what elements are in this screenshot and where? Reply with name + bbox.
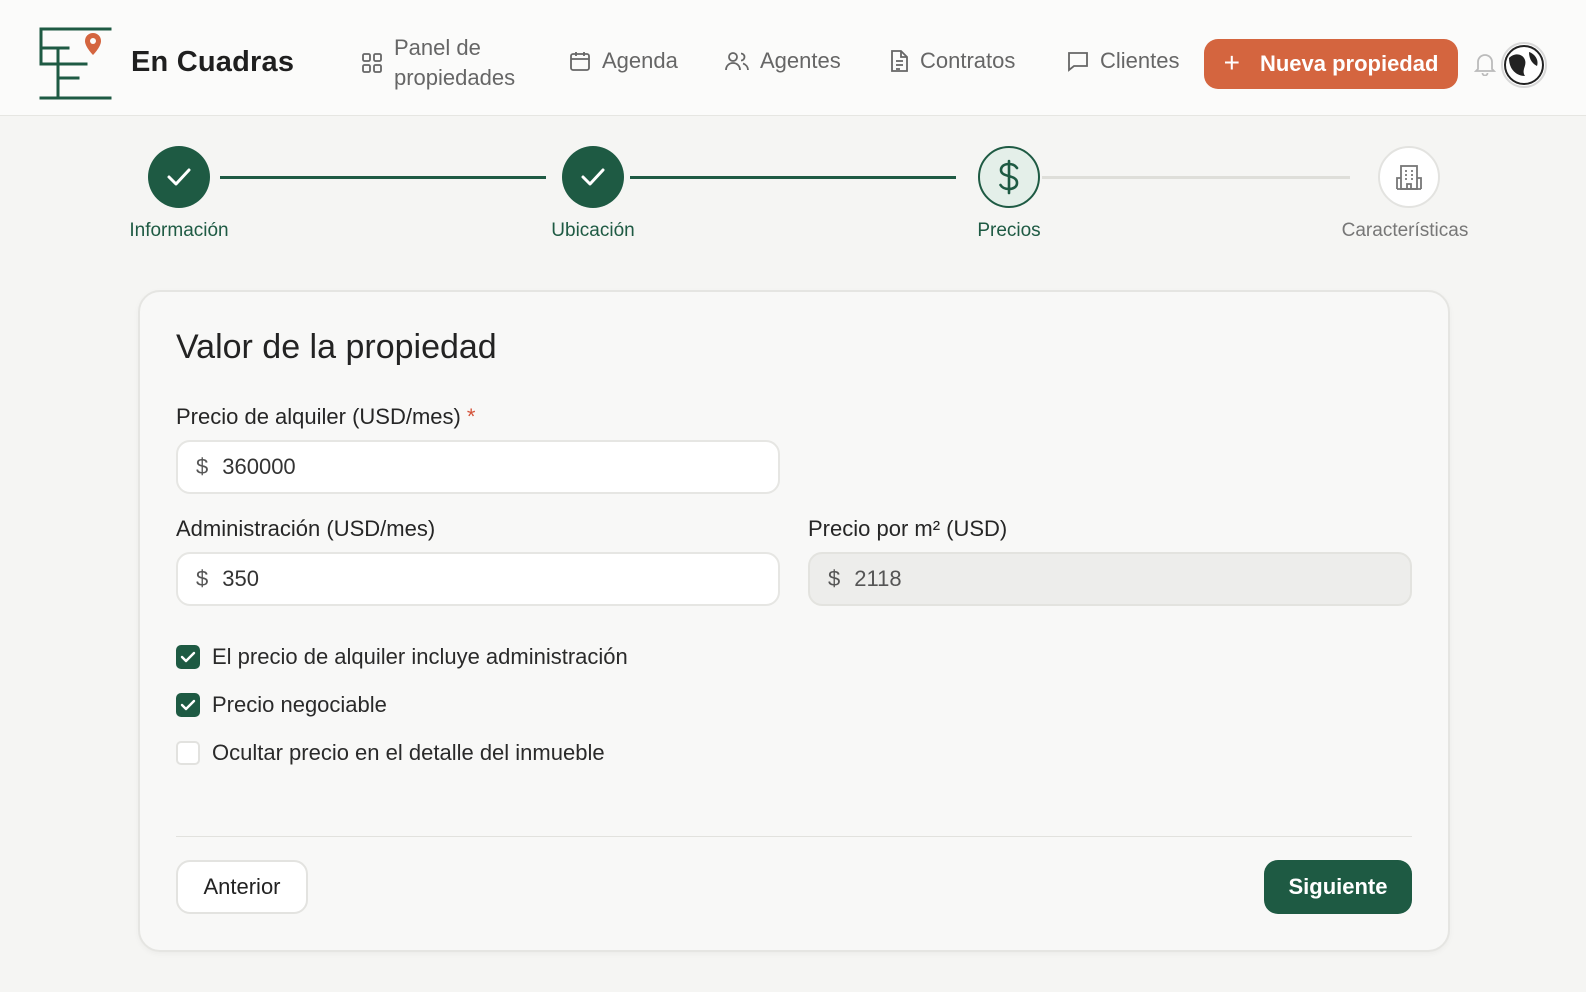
price-per-m2-label: Precio por m² (USD) — [808, 516, 1008, 541]
nav-clients[interactable]: Clientes — [1066, 48, 1179, 74]
next-button[interactable]: Siguiente — [1264, 860, 1412, 914]
price-per-m2-input: $ 2118 — [808, 552, 1412, 606]
step-connector — [630, 176, 956, 179]
pricing-card — [138, 290, 1450, 952]
nav-clients-label: Clientes — [1100, 48, 1180, 73]
check-icon — [180, 699, 196, 711]
card-title: Valor de la propiedad — [176, 328, 497, 366]
checkbox-checked[interactable] — [176, 645, 200, 669]
checkbox-label: Precio negociable — [212, 692, 387, 717]
rent-price-label: Precio de alquiler (USD/mes) * — [176, 404, 476, 429]
check-icon — [581, 168, 605, 186]
avatar-image — [1504, 45, 1544, 85]
bell-icon[interactable] — [1474, 52, 1496, 76]
hide-price-checkbox[interactable]: Ocultar precio en el detalle del inmuebl… — [176, 740, 605, 766]
negotiable-price-checkbox[interactable]: Precio negociable — [176, 692, 387, 718]
nav-agents[interactable]: Agentes — [724, 48, 841, 74]
step-label-precios: Precios — [977, 220, 1041, 241]
step-ubicacion[interactable] — [562, 146, 624, 208]
required-mark: * — [466, 404, 476, 429]
checkbox-checked[interactable] — [176, 693, 200, 717]
price-per-m2-value: 2118 — [854, 566, 902, 591]
check-icon — [167, 168, 191, 186]
administration-label: Administración (USD/mes) — [176, 516, 436, 541]
step-label-ubicacion: Ubicación — [551, 220, 635, 241]
nav-properties-panel[interactable]: Panel de propiedades — [360, 33, 515, 93]
nav-agenda-label: Agenda — [602, 48, 678, 73]
rent-price-input[interactable]: $ 360000 — [176, 440, 780, 494]
currency-symbol: $ — [196, 566, 209, 591]
users-icon — [725, 52, 749, 71]
brand-name[interactable]: En Cuadras — [131, 46, 294, 79]
document-icon — [891, 50, 908, 72]
brand-logo[interactable] — [38, 26, 114, 100]
step-label-caracteristicas: Características — [1341, 220, 1469, 241]
currency-symbol: $ — [828, 566, 841, 591]
checkbox-unchecked[interactable] — [176, 741, 200, 765]
step-precios[interactable] — [978, 146, 1040, 208]
form-divider — [176, 836, 1412, 837]
nav-contracts-label: Contratos — [920, 48, 1016, 73]
top-header: En Cuadras Panel de propiedades Agenda A… — [0, 0, 1586, 116]
administration-input[interactable]: $ 350 — [176, 552, 780, 606]
step-connector — [1042, 176, 1350, 179]
step-informacion[interactable] — [148, 146, 210, 208]
plus-icon: + — [1223, 46, 1240, 78]
includes-administration-checkbox[interactable]: El precio de alquiler incluye administra… — [176, 644, 628, 670]
checkbox-label: Ocultar precio en el detalle del inmuebl… — [212, 740, 605, 765]
nav-properties-panel-label: Panel de propiedades — [394, 35, 516, 90]
new-property-button[interactable]: + Nueva propiedad — [1204, 39, 1458, 89]
check-icon — [180, 651, 196, 663]
step-caracteristicas[interactable] — [1378, 146, 1440, 208]
nav-agenda[interactable]: Agenda — [568, 48, 678, 74]
administration-value: 350 — [222, 566, 259, 591]
building-icon — [1396, 165, 1422, 190]
previous-button[interactable]: Anterior — [176, 860, 308, 914]
chat-icon — [1068, 52, 1088, 72]
nav-contracts[interactable]: Contratos — [888, 48, 1015, 74]
step-label-informacion: Información — [129, 220, 229, 241]
nav-agents-label: Agentes — [760, 48, 841, 73]
grid-icon — [362, 53, 382, 73]
new-property-label: Nueva propiedad — [1259, 51, 1439, 76]
dollar-icon — [999, 159, 1019, 195]
rent-price-value: 360000 — [222, 454, 296, 479]
user-avatar[interactable] — [1501, 42, 1547, 88]
checkbox-label: El precio de alquiler incluye administra… — [212, 644, 628, 669]
calendar-icon — [570, 52, 590, 71]
step-connector — [220, 176, 546, 179]
currency-symbol: $ — [196, 454, 209, 479]
